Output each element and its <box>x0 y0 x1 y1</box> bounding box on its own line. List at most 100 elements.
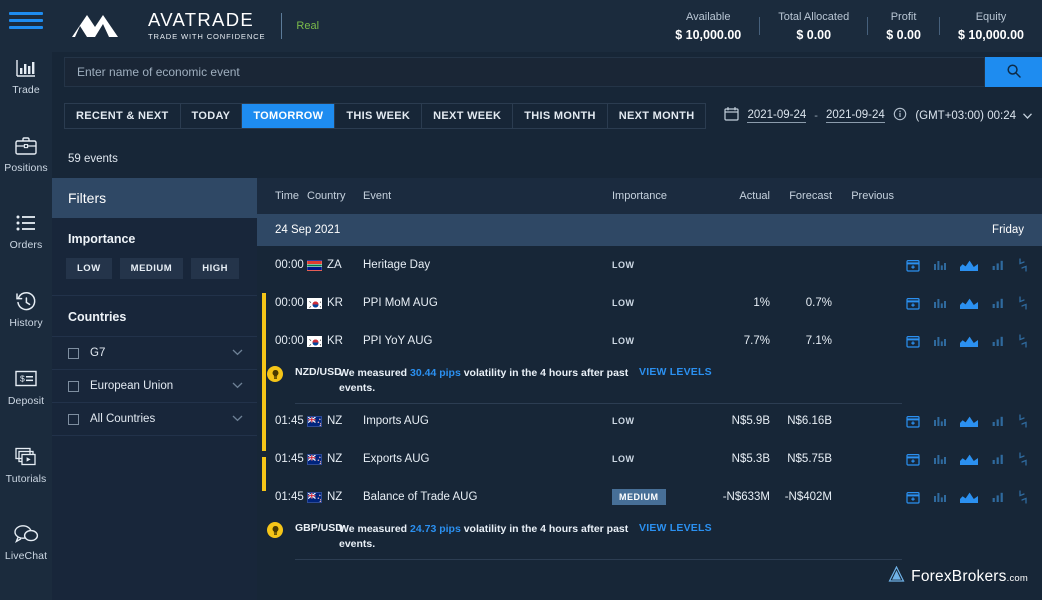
row-actual: -N$633M <box>708 491 770 503</box>
brand-block: AVATRADE TRADE WITH CONFIDENCE Real <box>52 11 319 40</box>
row-country: KR <box>307 297 363 309</box>
row-forecast: N$5.75B <box>770 453 832 465</box>
checkbox-european-union[interactable] <box>68 381 79 392</box>
view-levels-link[interactable]: VIEW LEVELS <box>629 522 769 534</box>
area-chart-icon[interactable] <box>960 297 978 310</box>
area-chart-icon[interactable] <box>960 453 978 466</box>
bar-chart-small-icon[interactable] <box>934 335 946 348</box>
timezone-selector[interactable]: (GMT+03:00) 00:24 <box>915 110 1032 122</box>
date-range-picker: 2021-09-24 - 2021-09-24 <box>724 106 906 126</box>
bar-chart-icon[interactable] <box>992 259 1004 272</box>
volatility-icon[interactable] <box>1018 452 1028 466</box>
importance-chip-low[interactable]: LOW <box>66 258 112 279</box>
tab-this-week[interactable]: THIS WEEK <box>335 104 422 128</box>
account-equity: Equity $ 10,000.00 <box>940 11 1042 42</box>
sidebar-item-livechat[interactable]: LiveChat <box>0 522 52 582</box>
row-country-code: NZ <box>327 491 342 503</box>
account-summary: Available $ 10,000.00 Total Allocated $ … <box>657 0 1042 52</box>
importance-chip-medium[interactable]: MEDIUM <box>120 258 184 279</box>
volatility-icon[interactable] <box>1018 334 1028 348</box>
volatility-icon[interactable] <box>1018 490 1028 504</box>
row-event: Imports AUG <box>363 415 612 427</box>
tab-recent-and-next[interactable]: RECENT & NEXT <box>65 104 181 128</box>
bar-chart-icon[interactable] <box>992 335 1004 348</box>
calendar-add-icon[interactable] <box>906 452 920 466</box>
volatility-row: NZD/USD We measured 30.44 pips volatilit… <box>257 360 1042 402</box>
hamburger-menu-button[interactable] <box>9 8 43 34</box>
bar-chart-small-icon[interactable] <box>934 259 946 272</box>
volatility-icon[interactable] <box>1018 258 1028 272</box>
row-time: 00:00 <box>257 335 307 347</box>
area-chart-icon[interactable] <box>960 259 978 272</box>
chevron-down-icon[interactable] <box>232 380 243 392</box>
date-from-field[interactable]: 2021-09-24 <box>747 109 806 123</box>
bar-chart-small-icon[interactable] <box>934 453 946 466</box>
bar-chart-small-icon[interactable] <box>934 415 946 428</box>
volatility-icon[interactable] <box>1018 296 1028 310</box>
row-event: Balance of Trade AUG <box>363 491 612 503</box>
calendar-add-icon[interactable] <box>906 490 920 504</box>
header-country: Country <box>307 190 363 202</box>
area-chart-icon[interactable] <box>960 415 978 428</box>
sidebar-item-trade[interactable]: Trade <box>0 56 52 116</box>
importance-chip-high[interactable]: HIGH <box>191 258 239 279</box>
checkbox-all-countries[interactable] <box>68 414 79 425</box>
checkbox-g7[interactable] <box>68 348 79 359</box>
calendar-add-icon[interactable] <box>906 258 920 272</box>
tab-today[interactable]: TODAY <box>181 104 243 128</box>
table-row[interactable]: 00:00 KR PPI YoY AUG LOW 7.7% 7.1% <box>257 322 1042 360</box>
chevron-down-icon[interactable] <box>232 347 243 359</box>
tab-next-month[interactable]: NEXT MONTH <box>608 104 706 128</box>
sidebar-item-deposit[interactable]: $ Deposit <box>0 367 52 427</box>
calendar-add-icon[interactable] <box>906 296 920 310</box>
search-input[interactable] <box>64 57 985 87</box>
info-icon[interactable] <box>893 107 907 126</box>
bar-chart-small-icon[interactable] <box>934 491 946 504</box>
tab-tomorrow[interactable]: TOMORROW <box>242 104 335 128</box>
row-country: ZA <box>307 259 363 271</box>
bar-chart-icon[interactable] <box>992 297 1004 310</box>
row-country: KR <box>307 335 363 347</box>
bar-chart-icon[interactable] <box>992 491 1004 504</box>
country-filter-european-union[interactable]: European Union <box>52 370 257 403</box>
volatility-icon[interactable] <box>1018 414 1028 428</box>
date-to-field[interactable]: 2021-09-24 <box>826 109 885 123</box>
area-chart-icon[interactable] <box>960 335 978 348</box>
area-chart-icon[interactable] <box>960 491 978 504</box>
table-row[interactable]: 01:45 NZ Imports AUG LOW N$5.9B N$6.16B <box>257 402 1042 440</box>
importance-badge: LOW <box>612 454 635 464</box>
calendar-icon[interactable] <box>724 106 739 126</box>
country-filter-all-countries[interactable]: All Countries <box>52 403 257 436</box>
volatility-pair: GBP/USD <box>283 522 339 534</box>
chevron-down-icon[interactable] <box>232 413 243 425</box>
bar-chart-icon[interactable] <box>992 415 1004 428</box>
bar-chart-small-icon[interactable] <box>934 297 946 310</box>
sidebar-item-positions[interactable]: Positions <box>0 134 52 194</box>
table-row[interactable]: 00:00 ZA Heritage Day LOW <box>257 246 1042 284</box>
table-row[interactable]: 01:45 NZ Exports AUG LOW N$5.3B N$5.75B <box>257 440 1042 478</box>
table-row[interactable]: 01:45 NZ Balance of Trade AUG MEDIUM -N$… <box>257 478 1042 516</box>
row-time: 01:45 <box>257 491 307 503</box>
header-forecast: Forecast <box>770 190 832 202</box>
country-filter-g7[interactable]: G7 <box>52 337 257 370</box>
search-button[interactable] <box>985 57 1042 87</box>
sidebar-item-history[interactable]: History <box>0 289 52 349</box>
sidebar-item-label: Positions <box>4 162 48 174</box>
calendar-add-icon[interactable] <box>906 414 920 428</box>
view-levels-link[interactable]: VIEW LEVELS <box>629 366 769 378</box>
countries-label: Countries <box>52 296 257 336</box>
sidebar-item-tutorials[interactable]: Tutorials <box>0 445 52 505</box>
list-icon <box>15 211 37 235</box>
watermark-text: ForexBrokers.com <box>911 568 1028 586</box>
row-event: PPI MoM AUG <box>363 297 612 309</box>
bar-chart-icon <box>15 56 37 80</box>
bar-chart-icon[interactable] <box>992 453 1004 466</box>
brand-tagline: TRADE WITH CONFIDENCE <box>148 33 265 41</box>
row-actions <box>894 334 1042 348</box>
tab-this-month[interactable]: THIS MONTH <box>513 104 607 128</box>
range-tab-bar: RECENT & NEXT TODAY TOMORROW THIS WEEK N… <box>52 92 1042 140</box>
calendar-add-icon[interactable] <box>906 334 920 348</box>
table-row[interactable]: 00:00 KR PPI MoM AUG LOW 1% 0.7% <box>257 284 1042 322</box>
sidebar-item-orders[interactable]: Orders <box>0 211 52 271</box>
tab-next-week[interactable]: NEXT WEEK <box>422 104 513 128</box>
